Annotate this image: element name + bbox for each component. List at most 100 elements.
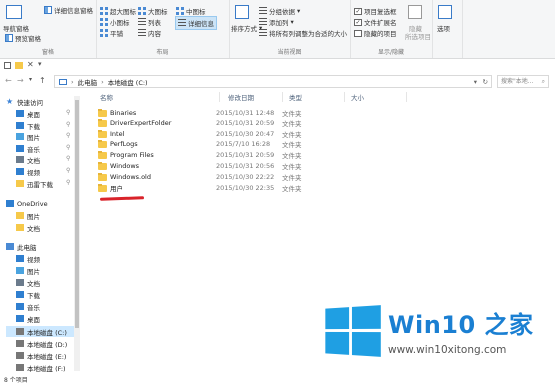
nav-item[interactable]: 图片 bbox=[6, 265, 74, 276]
item-checkboxes-toggle[interactable]: ✓ 项目复选框 bbox=[354, 6, 397, 16]
nav-item[interactable]: 文档 bbox=[6, 222, 74, 233]
nav-scrollbar-thumb[interactable] bbox=[75, 100, 79, 328]
file-row[interactable]: DriverExpertFolder 2015/10/31 20:59 文件夹 bbox=[98, 118, 302, 128]
file-extensions-toggle[interactable]: ✓ 文件扩展名 bbox=[354, 17, 397, 27]
pin-icon[interactable]: ⚲ bbox=[66, 167, 70, 174]
nav-item[interactable]: 本地磁盘 (C:) bbox=[6, 326, 74, 337]
nav-item[interactable]: 桌面 bbox=[6, 108, 74, 119]
sort-by-button[interactable]: 排序方式 ▾ bbox=[231, 23, 262, 33]
file-row[interactable]: Intel 2015/10/30 20:47 文件夹 bbox=[98, 129, 302, 139]
refresh-icon[interactable]: ↻ bbox=[483, 78, 488, 86]
options-button[interactable]: 选项 bbox=[437, 23, 450, 33]
options-icon bbox=[438, 5, 452, 19]
column-header-date[interactable]: 修改日期 bbox=[228, 92, 254, 102]
file-row[interactable]: Windows 2015/10/31 20:56 文件夹 bbox=[98, 161, 302, 171]
pin-icon[interactable]: ⚲ bbox=[66, 121, 70, 128]
breadcrumb-local-disk-c[interactable]: 本地磁盘 (C:) bbox=[108, 77, 148, 87]
nav-item[interactable]: 文档 bbox=[6, 277, 74, 288]
details-view-button[interactable]: 详细信息 bbox=[175, 16, 217, 30]
nav-item[interactable]: 图片 bbox=[6, 210, 74, 221]
star-icon: ★ bbox=[6, 97, 14, 106]
address-box[interactable]: › 此电脑 › 本地磁盘 (C:) ▾ ↻ bbox=[54, 75, 492, 88]
pin-icon[interactable]: ⚲ bbox=[66, 144, 70, 151]
file-row[interactable]: Windows.old 2015/10/30 22:22 文件夹 bbox=[98, 172, 302, 182]
chevron-down-icon[interactable]: ▾ bbox=[38, 60, 42, 68]
file-date: 2015/10/31 12:48 bbox=[216, 109, 275, 117]
file-row[interactable]: Binaries 2015/10/31 12:48 文件夹 bbox=[98, 108, 302, 118]
column-header-type[interactable]: 类型 bbox=[289, 92, 302, 102]
nav-item[interactable]: 音乐 bbox=[6, 301, 74, 312]
hidden-items-toggle[interactable]: 隐藏的项目 bbox=[354, 28, 397, 38]
list-view-button[interactable]: 列表 bbox=[138, 17, 161, 27]
extra-large-icons-button[interactable]: 超大图标 bbox=[100, 6, 136, 16]
column-header-size[interactable]: 大小 bbox=[351, 92, 364, 102]
breadcrumb-this-pc[interactable]: 此电脑 bbox=[78, 77, 98, 87]
nav-item[interactable]: 音乐 bbox=[6, 143, 74, 154]
nav-item[interactable]: 视频 bbox=[6, 166, 74, 177]
content-view-button[interactable]: 内容 bbox=[138, 28, 161, 38]
forward-arrow-icon[interactable]: → bbox=[17, 76, 24, 85]
navigation-pane-icon bbox=[6, 5, 22, 19]
nav-item[interactable]: 下载 bbox=[6, 120, 74, 131]
details-pane-button[interactable]: 详细信息窗格 bbox=[44, 5, 93, 15]
ribbon-group-options: 选项 bbox=[432, 0, 463, 58]
tiles-view-button[interactable]: 平铺 bbox=[100, 28, 123, 38]
pin-icon[interactable]: ⚲ bbox=[66, 179, 70, 186]
nav-item[interactable]: 此电脑 bbox=[2, 241, 74, 252]
size-columns-button[interactable]: 将所有列调整为合适的大小 bbox=[259, 28, 347, 38]
file-name-cell: Windows.old bbox=[98, 172, 216, 181]
details-icon bbox=[178, 19, 186, 27]
group-by-button[interactable]: 分组依据 ▾ bbox=[259, 6, 300, 16]
file-name-cell: Binaries bbox=[98, 108, 216, 117]
file-type: 文件夹 bbox=[282, 131, 302, 139]
hide-selected-icon bbox=[408, 5, 422, 19]
file-name-cell: Intel bbox=[98, 129, 216, 138]
pin-icon[interactable]: ⚲ bbox=[66, 132, 70, 139]
nav-item[interactable]: 桌面 bbox=[6, 313, 74, 324]
nav-item[interactable]: 本地磁盘 (D:) bbox=[6, 338, 74, 349]
file-name: DriverExpertFolder bbox=[110, 119, 172, 127]
watermark: Win10 之家 www.win10xitong.com bbox=[322, 304, 534, 357]
column-header-name[interactable]: 名称 bbox=[100, 92, 113, 102]
medium-icons-button[interactable]: 中图标 bbox=[176, 6, 206, 16]
navigation-pane-button[interactable]: 导航窗格 bbox=[3, 23, 29, 33]
nav-item[interactable]: ★ 快速访问 bbox=[2, 96, 74, 107]
file-type: 文件夹 bbox=[282, 120, 302, 128]
file-row[interactable]: PerfLogs 2015/7/10 16:28 文件夹 bbox=[98, 139, 302, 149]
large-icons-button[interactable]: 大图标 bbox=[138, 6, 168, 16]
preview-pane-button[interactable]: 预览窗格 bbox=[5, 33, 41, 43]
nav-item[interactable]: 本地磁盘 (F:) bbox=[6, 362, 74, 373]
nav-item-label: 文档 bbox=[27, 224, 40, 233]
file-row[interactable]: Program Files 2015/10/31 20:59 文件夹 bbox=[98, 150, 302, 160]
nav-item[interactable]: 下载 bbox=[6, 289, 74, 300]
folder-icon bbox=[16, 224, 24, 231]
nav-item[interactable]: 本地磁盘 (E:) bbox=[6, 350, 74, 361]
checkbox-icon[interactable] bbox=[4, 62, 11, 69]
nav-item[interactable]: OneDrive bbox=[2, 198, 74, 209]
small-icons-button[interactable]: 小图标 bbox=[100, 17, 130, 27]
file-row[interactable]: 用户 2015/10/30 22:35 文件夹 bbox=[98, 183, 302, 193]
ribbon-group-layout: 超大图标 大图标 中图标 小图标 列表 详细信息 平铺 内容 布局 bbox=[96, 0, 230, 58]
back-arrow-icon[interactable]: ← bbox=[5, 76, 12, 85]
chevron-down-icon[interactable]: ▾ bbox=[474, 78, 477, 86]
up-arrow-icon[interactable]: ↑ bbox=[39, 76, 46, 85]
drive-icon bbox=[16, 328, 24, 335]
computer-icon bbox=[6, 243, 14, 250]
search-input[interactable]: 搜索"本地... ⌕ bbox=[497, 75, 549, 88]
nav-item[interactable]: 视频 bbox=[6, 253, 74, 264]
pin-icon[interactable]: ⚲ bbox=[66, 155, 70, 162]
nav-item[interactable]: 图片 bbox=[6, 131, 74, 142]
folder-icon bbox=[98, 129, 107, 138]
folder-icon bbox=[98, 108, 107, 117]
ribbon: 导航窗格 预览窗格 详细信息窗格 窗格 超大图标 大图标 中图标 小图标 列表 … bbox=[0, 0, 555, 59]
nav-item[interactable]: 文档 bbox=[6, 154, 74, 165]
checkbox-empty-icon bbox=[354, 29, 362, 37]
nav-item-label: 本地磁盘 (F:) bbox=[27, 364, 66, 373]
nav-item[interactable]: 迅雷下载 bbox=[6, 178, 74, 189]
add-column-button[interactable]: 添加列 ▾ bbox=[259, 17, 294, 27]
add-column-icon bbox=[259, 18, 267, 26]
recent-locations-icon[interactable]: ▾ bbox=[29, 76, 32, 83]
close-icon[interactable]: ✕ bbox=[27, 60, 34, 69]
download-icon bbox=[16, 122, 24, 129]
pin-icon[interactable]: ⚲ bbox=[66, 109, 70, 116]
